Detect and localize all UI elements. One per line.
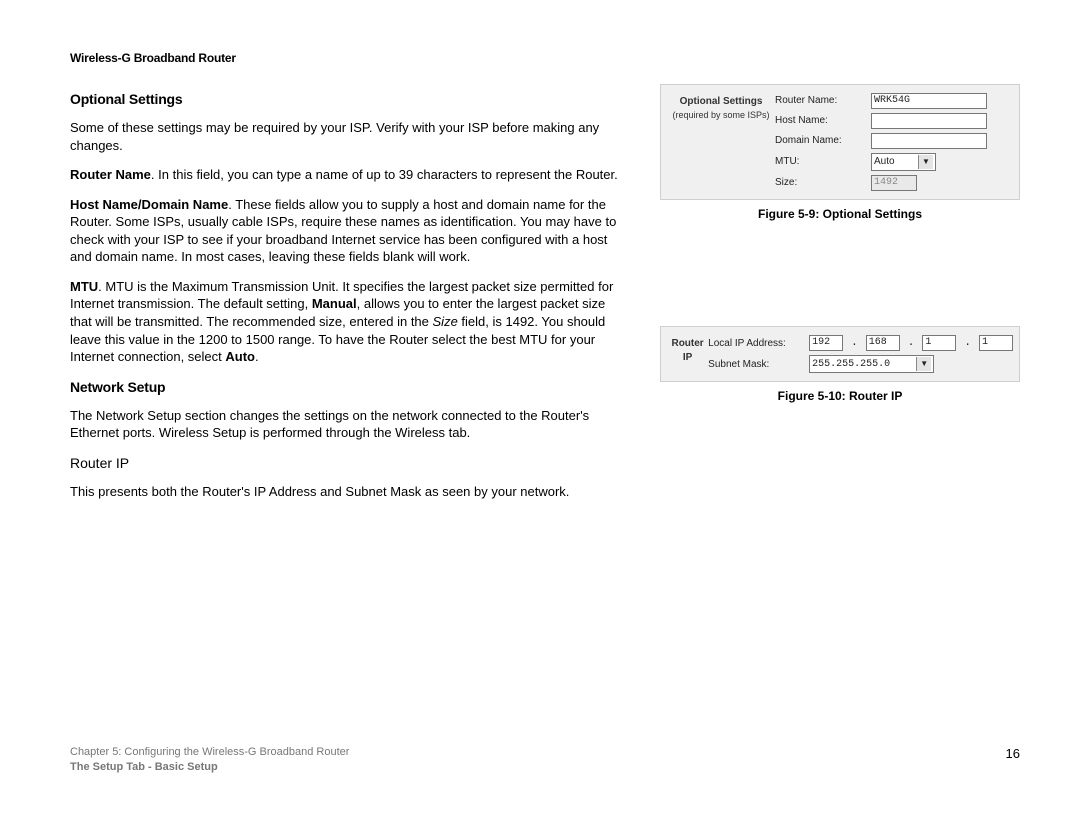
figure-5-9-caption: Figure 5-9: Optional Settings [660, 206, 1020, 222]
fig2-ip-octet-1[interactable]: 192 [809, 335, 843, 351]
router-ip-heading: Router IP [70, 454, 630, 473]
fig1-section-label: Optional Settings (required by some ISPs… [667, 93, 775, 121]
intro-paragraph: Some of these settings may be required b… [70, 119, 630, 154]
host-name-paragraph: Host Name/Domain Name. These fields allo… [70, 196, 630, 266]
mtu-size-word: Size [433, 314, 458, 329]
mtu-manual: Manual [312, 296, 357, 311]
footer-chapter: Chapter 5: Configuring the Wireless-G Br… [70, 745, 349, 759]
mtu-label: MTU [70, 279, 98, 294]
network-setup-paragraph: The Network Setup section changes the se… [70, 407, 630, 442]
page-footer: Chapter 5: Configuring the Wireless-G Br… [70, 745, 1020, 774]
fig1-router-name-label: Router Name: [775, 94, 865, 108]
page-number: 16 [1006, 745, 1020, 774]
mtu-text-4: . [255, 349, 259, 364]
fig1-router-name-input[interactable]: WRK54G [871, 93, 987, 109]
fig2-ip-octet-2[interactable]: 168 [866, 335, 900, 351]
fig1-host-name-input[interactable] [871, 113, 987, 129]
page: Wireless-G Broadband Router Optional Set… [0, 0, 1080, 834]
optional-settings-heading: Optional Settings [70, 90, 630, 109]
fig2-ip-octet-4[interactable]: 1 [979, 335, 1013, 351]
router-name-paragraph: Router Name. In this field, you can type… [70, 166, 630, 184]
fig1-size-label: Size: [775, 176, 865, 190]
router-name-text: . In this field, you can type a name of … [151, 167, 618, 182]
fig2-subnet-label: Subnet Mask: [708, 358, 803, 372]
fig1-mtu-value: Auto [874, 155, 914, 169]
figure-router-ip: Router IP Local IP Address: 192. 168. 1.… [660, 326, 1020, 382]
fig1-host-name-label: Host Name: [775, 114, 865, 128]
fig1-size-input: 1492 [871, 175, 917, 191]
mtu-auto: Auto [225, 349, 255, 364]
document-header: Wireless-G Broadband Router [70, 50, 1020, 66]
fig2-subnet-select[interactable]: 255.255.255.0 ▼ [809, 355, 934, 373]
fig1-domain-name-input[interactable] [871, 133, 987, 149]
fig1-mtu-select[interactable]: Auto ▼ [871, 153, 936, 171]
footer-sub: The Setup Tab - Basic Setup [70, 760, 349, 774]
fig1-mtu-label: MTU: [775, 155, 865, 169]
chevron-down-icon: ▼ [918, 155, 933, 169]
router-ip-paragraph: This presents both the Router's IP Addre… [70, 483, 630, 501]
host-name-label: Host Name/Domain Name [70, 197, 228, 212]
content-row: Optional Settings Some of these settings… [70, 84, 1020, 512]
fig2-local-ip-label: Local IP Address: [708, 337, 803, 351]
figure-column: Optional Settings (required by some ISPs… [660, 84, 1020, 424]
chevron-down-icon: ▼ [916, 357, 931, 371]
fig2-ip-octet-3[interactable]: 1 [922, 335, 956, 351]
figure-optional-settings: Optional Settings (required by some ISPs… [660, 84, 1020, 200]
fig2-subnet-value: 255.255.255.0 [812, 358, 912, 372]
fig2-section-label: Router IP [667, 335, 708, 364]
mtu-paragraph: MTU. MTU is the Maximum Transmission Uni… [70, 278, 630, 366]
fig1-domain-name-label: Domain Name: [775, 134, 865, 148]
fig1-section-label-text: Optional Settings [680, 96, 763, 107]
fig1-section-sub: (required by some ISPs) [667, 109, 775, 121]
network-setup-heading: Network Setup [70, 378, 630, 397]
router-name-label: Router Name [70, 167, 151, 182]
main-column: Optional Settings Some of these settings… [70, 84, 630, 512]
figure-5-10-caption: Figure 5-10: Router IP [660, 388, 1020, 404]
